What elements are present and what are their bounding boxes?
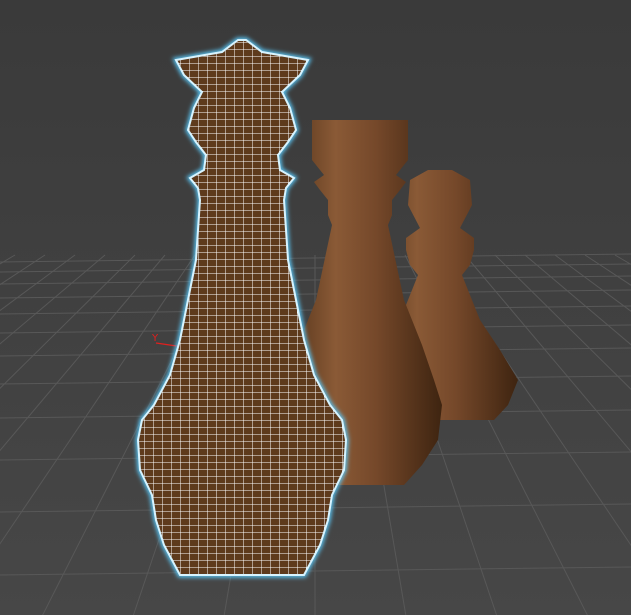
3d-viewport[interactable]: Y: [0, 0, 631, 615]
axis-label-y: Y: [152, 333, 159, 344]
viewport-scene: [0, 37, 631, 615]
